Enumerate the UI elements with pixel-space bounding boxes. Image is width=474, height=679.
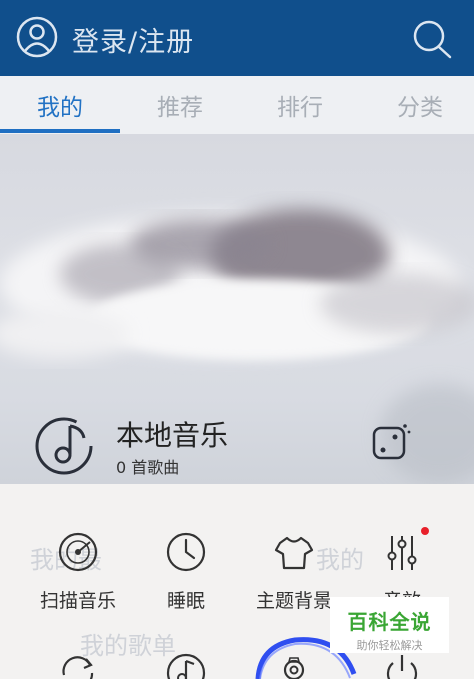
watermark-title: 百科全说	[347, 610, 432, 634]
local-music-count: 0 首歌曲	[116, 458, 180, 477]
menu-scan-music-label: 扫描音乐	[39, 590, 116, 612]
tab-recommend[interactable]: 推荐	[120, 88, 240, 122]
refresh-icon[interactable]	[56, 651, 100, 679]
clock-icon	[166, 532, 206, 572]
music-disc-icon	[35, 417, 93, 475]
watermark-subtitle: 助你轻松解决	[356, 639, 423, 652]
tab-ranking[interactable]: 排行	[240, 88, 360, 122]
user-avatar-icon[interactable]	[16, 16, 58, 58]
top-bar: 登录/注册	[0, 0, 474, 76]
equalizer-icon	[387, 536, 417, 570]
local-music-entry[interactable]: 本地音乐 0 首歌曲	[34, 410, 334, 480]
local-music-title: 本地音乐	[116, 419, 229, 452]
watermark-logo: 百科全说 助你轻松解决	[330, 597, 449, 653]
tab-mine[interactable]: 我的	[0, 88, 120, 122]
active-tab-indicator	[0, 129, 120, 133]
menu-sleep-label: 睡眠	[166, 590, 205, 612]
music-note-icon[interactable]	[164, 651, 208, 679]
login-register-link[interactable]: 登录/注册	[72, 20, 194, 59]
power-icon[interactable]	[380, 651, 424, 679]
new-badge-dot	[421, 527, 429, 535]
scan-music-icon	[58, 532, 98, 572]
menu-sleep[interactable]: 睡眠	[131, 530, 241, 613]
tab-category[interactable]: 分类	[360, 88, 474, 122]
menu-scan-music[interactable]: 扫描音乐	[23, 530, 133, 613]
search-icon[interactable]	[410, 18, 454, 60]
main-tabs: 我的 推荐 排行 分类	[0, 76, 474, 134]
dice-icon[interactable]	[368, 420, 412, 464]
tshirt-icon	[274, 536, 314, 570]
